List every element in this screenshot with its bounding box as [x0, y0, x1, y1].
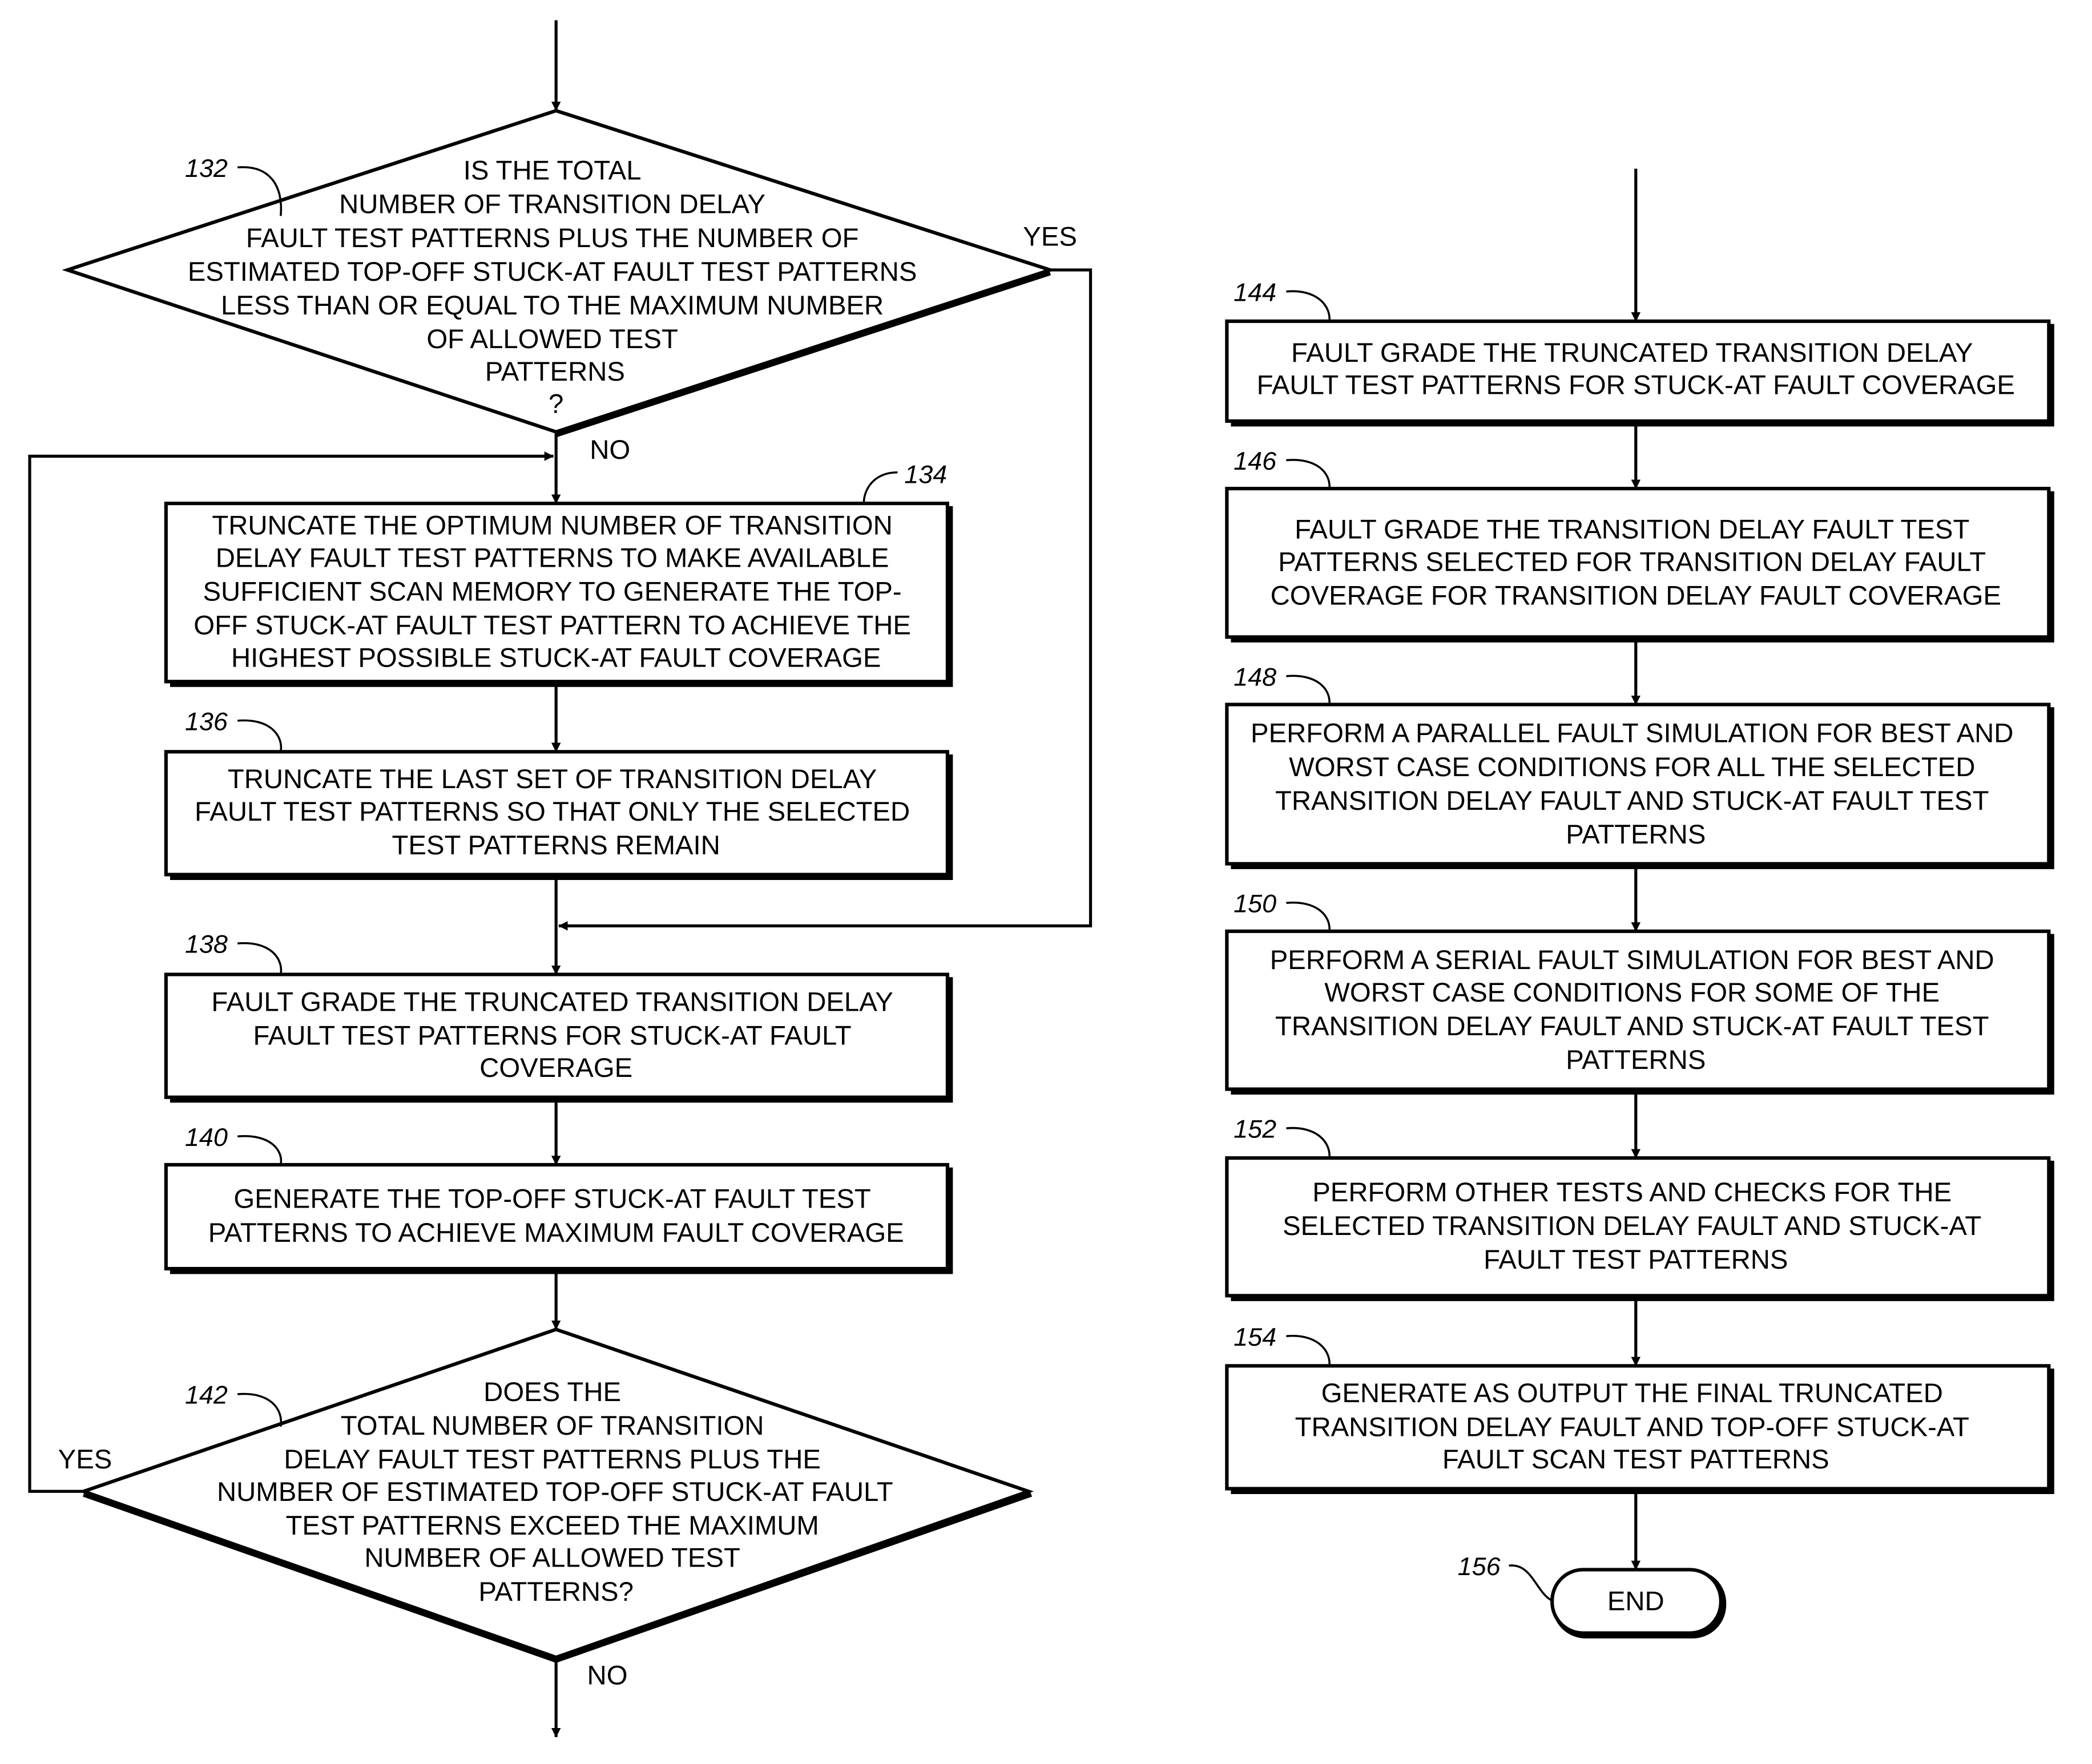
step-148: PERFORM A PARALLEL FAULT SIMULATION FOR … [1225, 662, 2054, 870]
leader-140 [237, 1135, 283, 1165]
step-144: FAULT GRADE THE TRUNCATED TRANSITION DEL… [1225, 277, 2054, 427]
step-138-line: COVERAGE [479, 1053, 632, 1083]
leader-138 [237, 942, 283, 975]
decision-142-line: TEST PATTERNS EXCEED THE MAXIMUM [285, 1511, 819, 1541]
decision-142: DOES THE TOTAL NUMBER OF TRANSITION DELA… [78, 1327, 1034, 1663]
no-label-132: NO [590, 435, 630, 465]
ref-label-140: 140 [185, 1123, 228, 1152]
step-134-text: TRUNCATE THE OPTIMUM NUMBER OF TRANSITIO… [194, 511, 918, 673]
step-148-line: TRANSITION DELAY FAULT AND STUCK-AT FAUL… [1275, 786, 1989, 816]
leader-152 [1286, 1127, 1331, 1158]
ref-label-152: 152 [1234, 1115, 1276, 1144]
decision-132: IS THE TOTAL NUMBER OF TRANSITION DELAY … [62, 108, 1056, 438]
decision-142-line: NUMBER OF ESTIMATED TOP-OFF STUCK-AT FAU… [217, 1477, 893, 1507]
yes-label-142: YES [58, 1444, 112, 1475]
step-144-line: FAULT GRADE THE TRUNCATED TRANSITION DEL… [1291, 338, 1973, 368]
step-134-line: HIGHEST POSSIBLE STUCK-AT FAULT COVERAGE [231, 643, 881, 673]
end-label: END [1607, 1586, 1664, 1616]
step-154-line: FAULT SCAN TEST PATTERNS [1442, 1444, 1829, 1475]
leader-144 [1286, 290, 1331, 322]
step-136: TRUNCATE THE LAST SET OF TRANSITION DELA… [164, 707, 953, 880]
step-138-line: FAULT TEST PATTERNS FOR STUCK-AT FAULT [253, 1020, 852, 1051]
decision-132-line: IS THE TOTAL [463, 156, 642, 186]
step-150-line: TRANSITION DELAY FAULT AND STUCK-AT FAUL… [1275, 1011, 1989, 1042]
leader-134 [862, 471, 898, 504]
step-150-line: PATTERNS [1566, 1045, 1706, 1075]
step-136-line: TEST PATTERNS REMAIN [392, 830, 720, 861]
leader-142 [237, 1392, 283, 1427]
step-152-line: SELECTED TRANSITION DELAY FAULT AND STUC… [1283, 1211, 1981, 1241]
yes-label-132: YES [1023, 221, 1077, 252]
step-136-line: TRUNCATE THE LAST SET OF TRANSITION DELA… [228, 764, 877, 794]
decision-132-line: OF ALLOWED TEST [426, 324, 678, 354]
step-138-line: FAULT GRADE THE TRUNCATED TRANSITION DEL… [211, 987, 893, 1017]
step-148-line: PATTERNS [1566, 820, 1706, 850]
step-146: FAULT GRADE THE TRANSITION DELAY FAULT T… [1225, 446, 2054, 643]
step-136-line: FAULT TEST PATTERNS SO THAT ONLY THE SEL… [195, 797, 910, 827]
leader-148 [1286, 675, 1331, 705]
step-148-line: WORST CASE CONDITIONS FOR ALL THE SELECT… [1289, 752, 1975, 782]
decision-132-line: NUMBER OF TRANSITION DELAY [339, 189, 765, 220]
step-140-box [164, 1162, 949, 1271]
step-134-line: DELAY FAULT TEST PATTERNS TO MAKE AVAILA… [216, 543, 889, 573]
step-152: PERFORM OTHER TESTS AND CHECKS FOR THE S… [1225, 1115, 2054, 1301]
step-134: TRUNCATE THE OPTIMUM NUMBER OF TRANSITIO… [164, 460, 953, 687]
step-150-line: WORST CASE CONDITIONS FOR SOME OF THE [1324, 978, 1940, 1008]
ref-label-150: 150 [1234, 889, 1276, 918]
leader-136 [237, 719, 283, 752]
no-label-142: NO [587, 1660, 628, 1690]
leader-156 [1509, 1564, 1553, 1602]
ref-label-148: 148 [1234, 662, 1276, 691]
step-140: GENERATE THE TOP-OFF STUCK-AT FAULT TEST… [164, 1123, 953, 1274]
step-152-line: FAULT TEST PATTERNS [1484, 1245, 1788, 1275]
decision-142-line: DOES THE [483, 1377, 621, 1407]
ref-label-144: 144 [1234, 277, 1276, 306]
leader-154 [1286, 1335, 1331, 1366]
step-140-line: GENERATE THE TOP-OFF STUCK-AT FAULT TEST [233, 1184, 870, 1214]
terminal-end-156: END 156 [1458, 1552, 1727, 1639]
step-146-line: COVERAGE FOR TRANSITION DELAY FAULT COVE… [1271, 580, 2001, 611]
step-140-line: PATTERNS TO ACHIEVE MAXIMUM FAULT COVERA… [208, 1218, 904, 1248]
step-150: PERFORM A SERIAL FAULT SIMULATION FOR BE… [1225, 889, 2054, 1095]
ref-label-146: 146 [1234, 446, 1276, 475]
leader-150 [1286, 901, 1331, 931]
leader-146 [1286, 459, 1331, 489]
decision-142-line: DELAY FAULT TEST PATTERNS PLUS THE [284, 1444, 821, 1475]
ref-label-134: 134 [904, 460, 947, 489]
step-134-line: TRUNCATE THE OPTIMUM NUMBER OF TRANSITIO… [212, 511, 892, 541]
ref-label-132: 132 [185, 154, 228, 183]
step-154-line: GENERATE AS OUTPUT THE FINAL TRUNCATED [1321, 1378, 1943, 1408]
step-146-line: PATTERNS SELECTED FOR TRANSITION DELAY F… [1278, 547, 1986, 577]
step-134-line: OFF STUCK-AT FAULT TEST PATTERN TO ACHIE… [194, 611, 911, 641]
decision-132-line: LESS THAN OR EQUAL TO THE MAXIMUM NUMBER [221, 290, 884, 321]
step-148-line: PERFORM A PARALLEL FAULT SIMULATION FOR … [1251, 718, 2013, 749]
step-146-line: FAULT GRADE THE TRANSITION DELAY FAULT T… [1295, 515, 1969, 545]
step-152-line: PERFORM OTHER TESTS AND CHECKS FOR THE [1312, 1177, 1952, 1208]
step-144-line: FAULT TEST PATTERNS FOR STUCK-AT FAULT C… [1257, 370, 2015, 401]
step-150-line: PERFORM A SERIAL FAULT SIMULATION FOR BE… [1270, 945, 1994, 975]
step-138: FAULT GRADE THE TRUNCATED TRANSITION DEL… [164, 930, 953, 1103]
ref-label-156: 156 [1458, 1552, 1501, 1581]
decision-142-line: TOTAL NUMBER OF TRANSITION [341, 1411, 764, 1441]
ref-label-138: 138 [185, 930, 228, 959]
decision-132-line: PATTERNS [485, 357, 625, 387]
step-154-line: TRANSITION DELAY FAULT AND TOP-OFF STUCK… [1295, 1412, 1969, 1442]
step-154: GENERATE AS OUTPUT THE FINAL TRUNCATED T… [1225, 1322, 2054, 1495]
flowchart-canvas: IS THE TOTAL NUMBER OF TRANSITION DELAY … [28, 20, 2054, 1738]
decision-132-line: ? [549, 389, 563, 419]
decision-142-line: NUMBER OF ALLOWED TEST [364, 1543, 740, 1573]
decision-132-line: ESTIMATED TOP-OFF STUCK-AT FAULT TEST PA… [188, 257, 917, 287]
decision-132-line: FAULT TEST PATTERNS PLUS THE NUMBER OF [246, 223, 859, 253]
step-146-text: FAULT GRADE THE TRANSITION DELAY FAULT T… [1271, 515, 2001, 611]
decision-142-line: PATTERNS? [478, 1577, 633, 1607]
step-134-line: SUFFICIENT SCAN MEMORY TO GENERATE THE T… [203, 576, 902, 607]
ref-label-154: 154 [1234, 1322, 1276, 1351]
ref-label-136: 136 [185, 707, 228, 736]
ref-label-142: 142 [185, 1380, 228, 1410]
